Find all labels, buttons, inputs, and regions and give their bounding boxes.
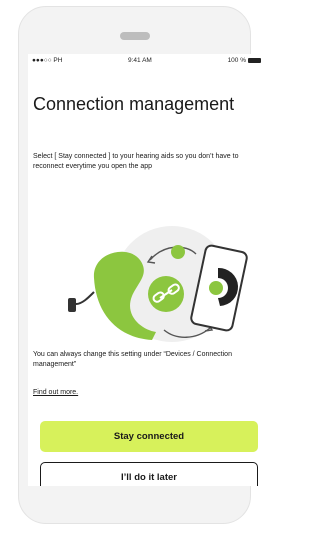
battery-icon xyxy=(248,58,261,63)
phone-speaker xyxy=(120,32,150,40)
do-it-later-button[interactable]: I’ll do it later xyxy=(40,462,258,486)
hearing-aid-receiver xyxy=(68,298,76,312)
connection-illustration xyxy=(68,226,248,342)
carrier-label: ●●●○○ PH xyxy=(32,57,63,64)
battery-status: 100 % xyxy=(228,57,261,64)
app-screen: ●●●○○ PH 9:41 AM 100 % Connection manage… xyxy=(28,54,265,486)
settings-note: You can always change this setting under… xyxy=(33,351,232,368)
hearing-aid-wire xyxy=(75,291,95,305)
find-out-more-link[interactable]: Find out more. xyxy=(33,389,78,396)
signal-dot-icon xyxy=(171,245,185,259)
battery-percent: 100 % xyxy=(227,57,246,64)
status-bar: ●●●○○ PH 9:41 AM 100 % xyxy=(28,54,265,68)
status-time: 9:41 AM xyxy=(128,57,152,64)
page-title: Connection management xyxy=(33,94,235,114)
phone-signal-dot xyxy=(209,281,223,295)
intro-text: Select [ Stay connected ] to your hearin… xyxy=(33,153,239,170)
stay-connected-button[interactable]: Stay connected xyxy=(40,421,258,452)
